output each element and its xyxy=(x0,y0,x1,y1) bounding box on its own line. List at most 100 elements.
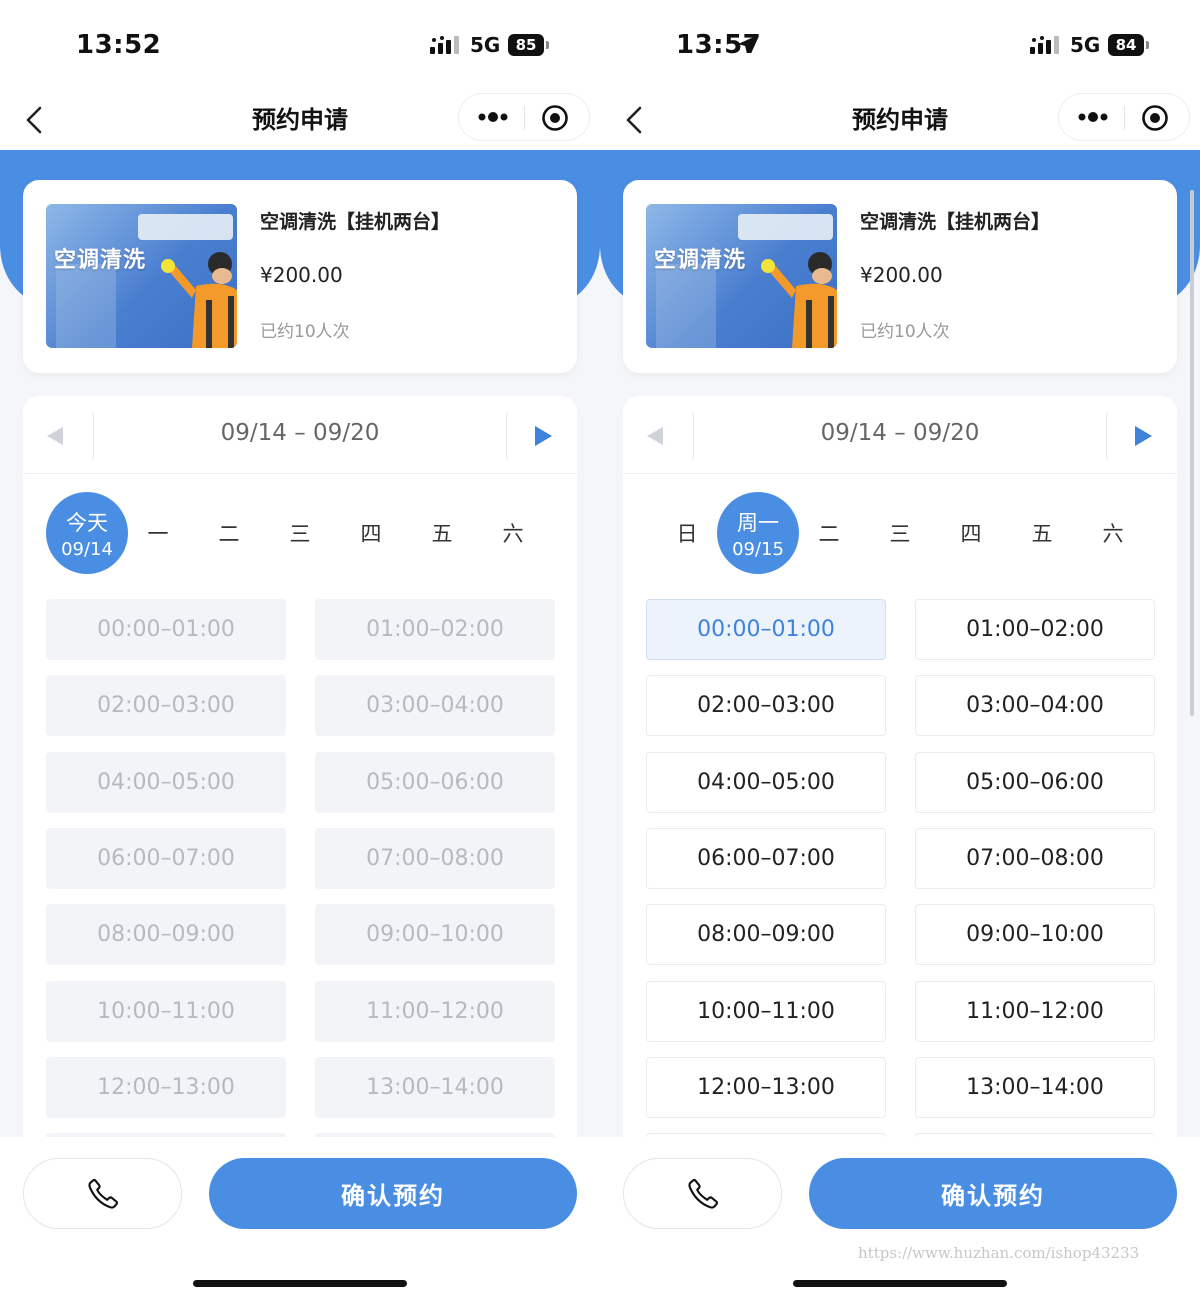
day-item[interactable]: 日 xyxy=(646,492,728,574)
signal-icon xyxy=(430,36,459,54)
product-name: 空调清洗【挂机两台】 xyxy=(860,211,1051,233)
time-slot[interactable]: 01:00–02:00 xyxy=(915,599,1155,660)
call-button[interactable] xyxy=(23,1158,182,1229)
time-slot[interactable]: 13:00–14:00 xyxy=(915,1056,1155,1118)
day-label: 日 xyxy=(676,522,698,546)
day-item[interactable]: 周一 09/15 xyxy=(717,492,799,574)
watermark-url: https://www.huzhan.com/ishop43233 xyxy=(858,1244,1140,1262)
day-label: 六 xyxy=(502,522,524,546)
confirm-booking-button[interactable]: 确认预约 xyxy=(809,1158,1177,1229)
product-photo-illustration xyxy=(56,214,237,348)
time-slot[interactable]: 00:00–01:00 xyxy=(646,599,886,660)
home-indicator xyxy=(793,1280,1007,1287)
product-price: ¥200.00 xyxy=(260,263,343,287)
time-slot[interactable]: 02:00–03:00 xyxy=(646,675,886,737)
network-type: 5G xyxy=(1070,33,1101,57)
day-item[interactable]: 四 xyxy=(930,492,1012,574)
time-slot: 07:00–08:00 xyxy=(315,827,555,889)
battery-level: 85 xyxy=(508,34,544,56)
scrollbar[interactable] xyxy=(1190,190,1194,716)
day-item[interactable]: 六 xyxy=(472,492,554,574)
more-icon[interactable] xyxy=(473,94,513,140)
time-slot[interactable]: 09:00–10:00 xyxy=(915,904,1155,966)
week-divider-right xyxy=(506,413,507,459)
phone-screen-left: 13:52 5G 85 预约申请 空调清洗 空调清洗【挂机两台】 ¥200.00… xyxy=(0,0,600,1301)
product-image: 空调清洗 xyxy=(46,204,237,348)
day-item[interactable]: 五 xyxy=(1001,492,1083,574)
time-slot: 13:00–14:00 xyxy=(315,1056,555,1118)
product-booked-count: 已约10人次 xyxy=(260,322,350,342)
time-slot: 11:00–12:00 xyxy=(315,980,555,1042)
time-slot: 04:00–05:00 xyxy=(46,751,286,813)
day-item[interactable]: 一 xyxy=(117,492,199,574)
day-item[interactable]: 二 xyxy=(788,492,870,574)
day-label: 三 xyxy=(289,522,311,546)
day-item[interactable]: 五 xyxy=(401,492,483,574)
close-target-icon[interactable] xyxy=(541,104,569,132)
time-slot[interactable]: 03:00–04:00 xyxy=(915,675,1155,737)
time-slot[interactable]: 06:00–07:00 xyxy=(646,827,886,889)
day-label: 二 xyxy=(818,522,840,546)
time-slot: 08:00–09:00 xyxy=(46,904,286,966)
product-card: 空调清洗 空调清洗【挂机两台】 ¥200.00 已约10人次 xyxy=(623,180,1177,373)
day-item[interactable]: 六 xyxy=(1072,492,1154,574)
prev-arrow-icon[interactable] xyxy=(645,426,665,446)
day-item[interactable]: 三 xyxy=(859,492,941,574)
day-item[interactable]: 三 xyxy=(259,492,341,574)
day-date: 09/14 xyxy=(61,538,113,560)
battery-level: 84 xyxy=(1108,34,1144,56)
phone-icon xyxy=(87,1178,118,1209)
time-slot[interactable]: 08:00–09:00 xyxy=(646,904,886,966)
next-arrow-icon[interactable] xyxy=(533,425,553,447)
day-date: 09/15 xyxy=(732,538,784,560)
week-selector: 09/14 – 09/20 xyxy=(623,396,1177,474)
bottom-bar: 确认预约 xyxy=(0,1137,600,1301)
product-card: 空调清洗 空调清洗【挂机两台】 ¥200.00 已约10人次 xyxy=(23,180,577,373)
location-arrow-icon xyxy=(737,36,755,54)
day-label: 六 xyxy=(1102,522,1124,546)
time-slot[interactable]: 11:00–12:00 xyxy=(915,980,1155,1042)
home-indicator xyxy=(193,1280,407,1287)
time-slot[interactable]: 05:00–06:00 xyxy=(915,751,1155,813)
time-slot: 00:00–01:00 xyxy=(46,599,286,660)
call-button[interactable] xyxy=(623,1158,782,1229)
confirm-booking-button[interactable]: 确认预约 xyxy=(209,1158,577,1229)
product-image-label: 空调清洗 xyxy=(54,248,147,273)
product-photo-illustration xyxy=(656,214,837,348)
product-image-label: 空调清洗 xyxy=(654,248,747,273)
product-name: 空调清洗【挂机两台】 xyxy=(260,211,451,233)
nav-bar: 预约申请 xyxy=(600,90,1200,150)
capsule-divider xyxy=(524,106,525,130)
more-icon[interactable] xyxy=(1073,94,1113,140)
time-slot: 09:00–10:00 xyxy=(315,904,555,966)
prev-arrow-icon[interactable] xyxy=(45,426,65,446)
day-label: 一 xyxy=(147,522,169,546)
next-arrow-icon[interactable] xyxy=(1133,425,1153,447)
product-image: 空调清洗 xyxy=(646,204,837,348)
status-time: 13:52 xyxy=(76,30,162,60)
close-target-icon[interactable] xyxy=(1141,104,1169,132)
time-slot: 03:00–04:00 xyxy=(315,675,555,737)
product-price: ¥200.00 xyxy=(860,263,943,287)
week-range: 09/14 – 09/20 xyxy=(820,420,980,446)
battery-nub xyxy=(546,41,549,49)
week-selector: 09/14 – 09/20 xyxy=(23,396,577,474)
calendar-card: 09/14 – 09/20 日 周一 09/15 二 三 四 五 六 00:00–01:00 0… xyxy=(623,396,1177,1156)
day-item[interactable]: 四 xyxy=(330,492,412,574)
time-slot[interactable]: 12:00–13:00 xyxy=(646,1056,886,1118)
time-slot: 01:00–02:00 xyxy=(315,599,555,660)
time-slot[interactable]: 10:00–11:00 xyxy=(646,980,886,1042)
day-item[interactable]: 二 xyxy=(188,492,270,574)
time-slot[interactable]: 04:00–05:00 xyxy=(646,751,886,813)
day-label: 三 xyxy=(889,522,911,546)
week-range: 09/14 – 09/20 xyxy=(220,420,380,446)
battery-nub xyxy=(1146,41,1149,49)
day-label: 四 xyxy=(960,522,982,546)
product-booked-count: 已约10人次 xyxy=(860,322,950,342)
day-label: 五 xyxy=(1031,522,1053,546)
day-label: 五 xyxy=(431,522,453,546)
mini-program-capsule xyxy=(1058,93,1190,141)
day-item[interactable]: 今天 09/14 xyxy=(46,492,128,574)
time-slot[interactable]: 07:00–08:00 xyxy=(915,827,1155,889)
day-label: 今天 xyxy=(66,510,108,535)
